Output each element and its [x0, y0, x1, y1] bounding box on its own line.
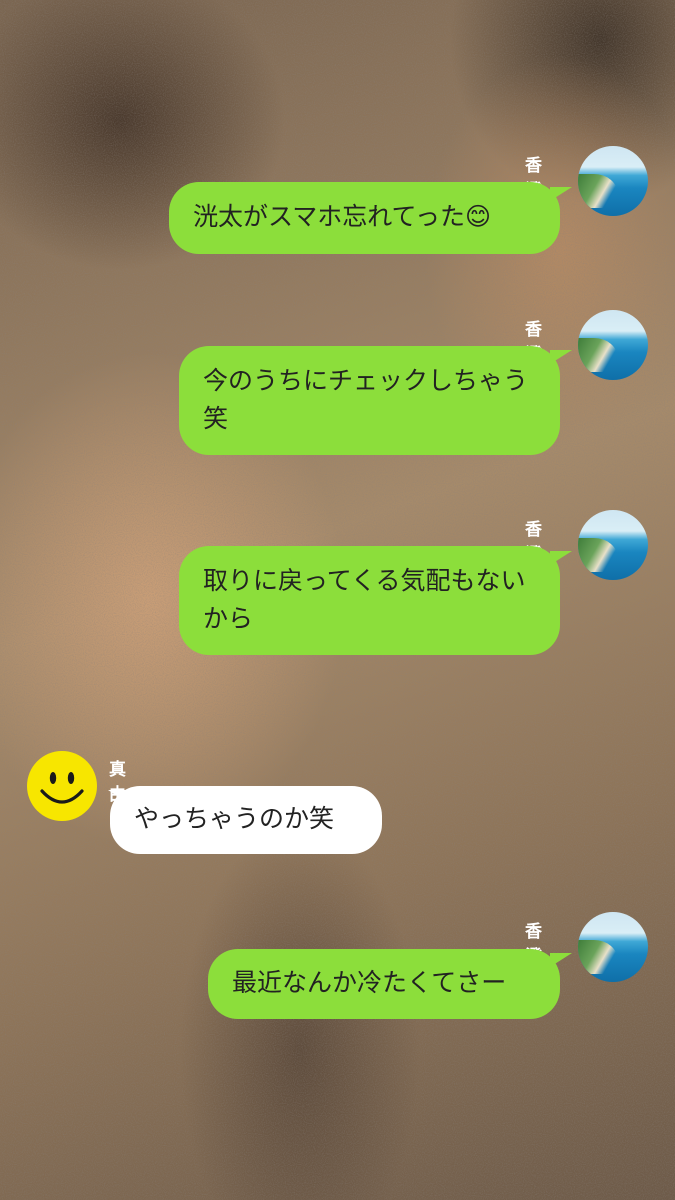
message-text: 最近なんか冷たくてさー: [232, 968, 507, 997]
message-bubble[interactable]: 今のうちにチェックしちゃう笑: [179, 346, 560, 455]
sender-avatar-mayu[interactable]: [27, 751, 97, 821]
message-text: やっちゃうのか笑: [134, 804, 335, 833]
sender-avatar-kasumi[interactable]: [578, 912, 648, 982]
sender-avatar-kasumi[interactable]: [578, 310, 648, 380]
message-text: 取りに戻ってくる気配もないから: [203, 566, 526, 633]
message-text: 洸太がスマホ忘れてった: [193, 202, 466, 231]
message-bubble[interactable]: 洸太がスマホ忘れてった😊: [169, 182, 560, 254]
smiley-face-icon: [40, 772, 84, 804]
smiling-face-emoji: 😊: [465, 202, 492, 231]
message-bubble[interactable]: 最近なんか冷たくてさー: [208, 949, 560, 1019]
sender-avatar-kasumi[interactable]: [578, 146, 648, 216]
sender-avatar-kasumi[interactable]: [578, 510, 648, 580]
message-text: 今のうちにチェックしちゃう笑: [203, 366, 529, 433]
message-bubble[interactable]: やっちゃうのか笑: [110, 786, 382, 854]
message-bubble[interactable]: 取りに戻ってくる気配もないから: [179, 546, 560, 655]
